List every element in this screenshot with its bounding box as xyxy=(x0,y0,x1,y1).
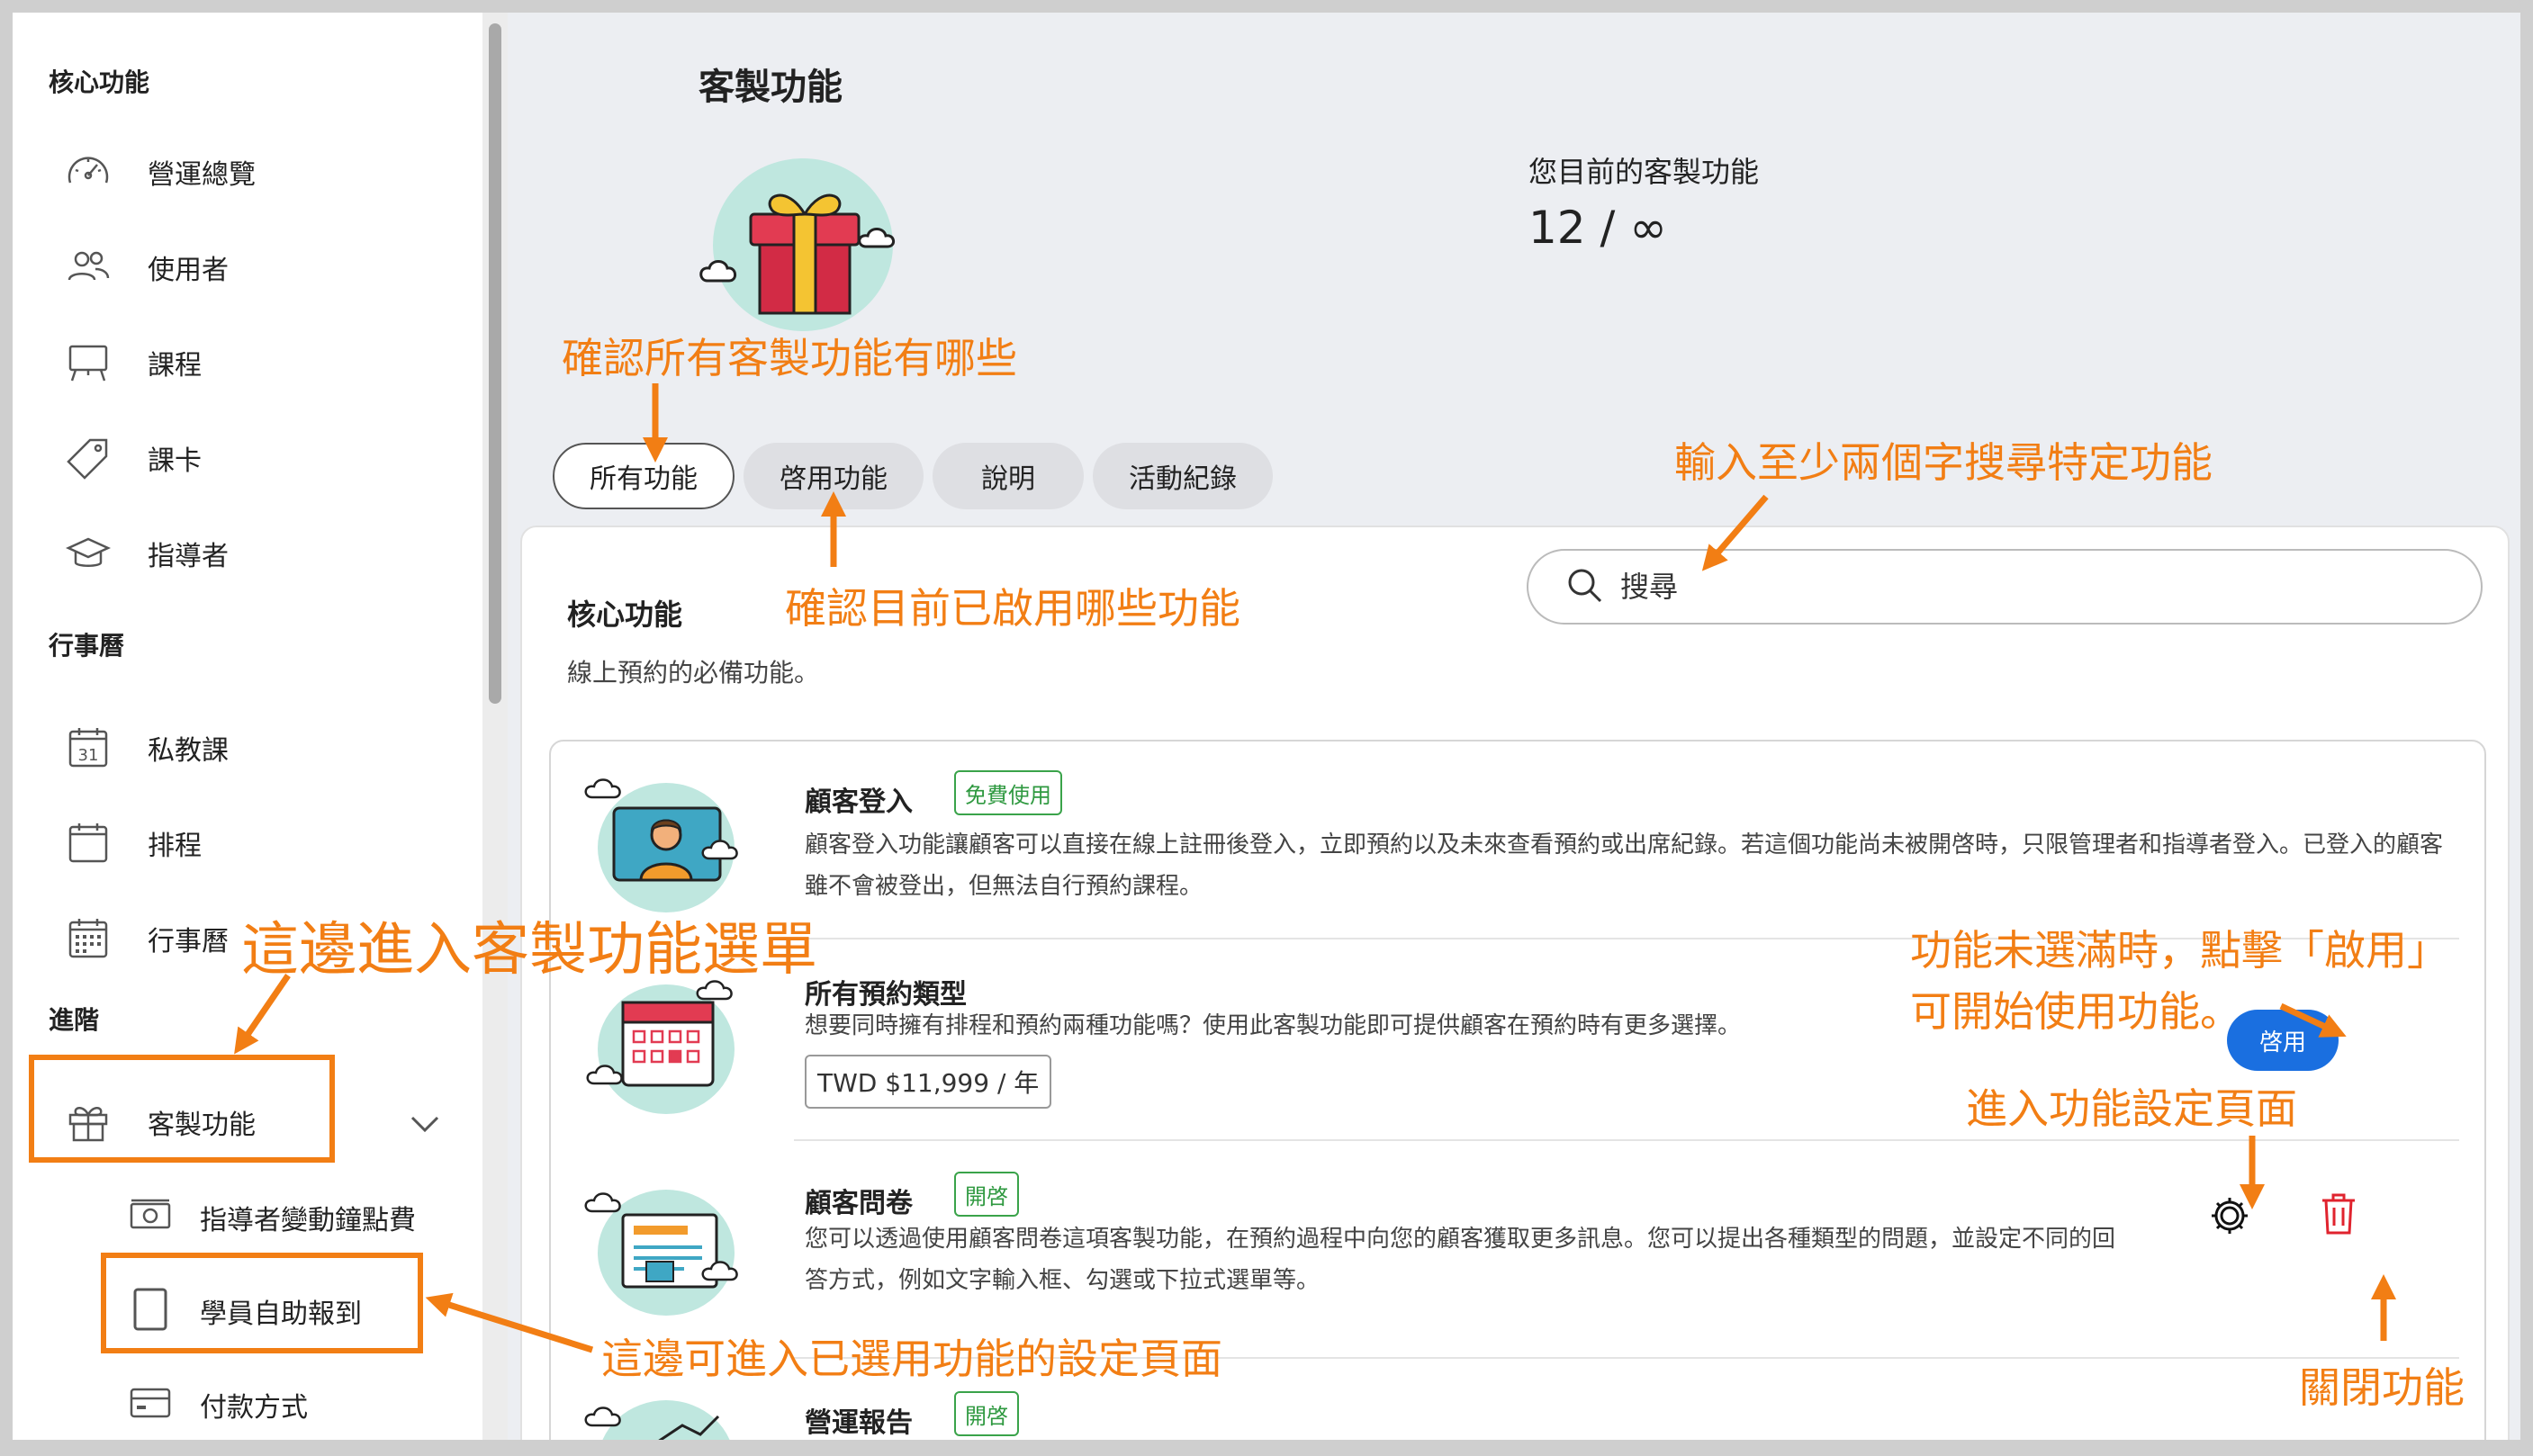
annotation-enable-line2: 可開始使用功能。 xyxy=(1910,987,2241,1036)
quota-label: 您目前的客製功能 xyxy=(1528,155,1760,189)
sidebar-section-calendar: 行事曆 xyxy=(49,631,125,661)
sidebar-item-label: 排程 xyxy=(148,831,202,862)
users-icon xyxy=(63,242,113,292)
sidebar-item-private-lessons[interactable]: 31 私教課 xyxy=(63,716,229,779)
sidebar-item-instructors[interactable]: 指導者 xyxy=(63,522,229,585)
enable-button[interactable]: 啓用 xyxy=(2227,1010,2339,1071)
svg-text:31: 31 xyxy=(78,746,99,765)
status-badge: 開啓 xyxy=(954,1391,1019,1436)
cash-icon xyxy=(128,1197,173,1238)
sidebar: 核心功能 營運總覽 使用者 課程 課卡 指導者 行事曆 31 私教課 排程 行事… xyxy=(13,13,482,1440)
feature-name: 所有預約類型 xyxy=(805,979,967,1011)
tab-enabled-features[interactable]: 啓用功能 xyxy=(744,443,924,509)
feature-description: 顧客登入功能讓顧客可以直接在線上註冊後登入，立即預約以及未來查看預約或出席紀錄。… xyxy=(805,831,2444,900)
sidebar-item-courses[interactable]: 課程 xyxy=(63,331,202,394)
feature-description: 您可以透過使用顧客問卷這項客製功能，在預約過程中向您的顧客獲取更多訊息。您可以提… xyxy=(805,1226,2116,1294)
sidebar-subitem-label: 付款方式 xyxy=(200,1392,308,1424)
dashboard-gauge-icon xyxy=(63,147,113,197)
panel-description: 線上預約的必備功能。 xyxy=(567,658,820,688)
sidebar-item-label: 課程 xyxy=(148,350,202,382)
feature-name: 營運報告 xyxy=(805,1407,913,1439)
calendar-31-icon: 31 xyxy=(63,723,113,773)
annotation-menu: 這邊進入客製功能選單 xyxy=(241,917,817,984)
sidebar-section-advanced: 進階 xyxy=(49,1005,100,1035)
feature-item-customer-survey: 顧客問卷 開啓 您可以透過使用顧客問卷這項客製功能，在預約過程中向您的顧客獲取更… xyxy=(551,1141,2484,1357)
annotation-all-features: 確認所有客製功能有哪些 xyxy=(562,334,1017,382)
calendar-icon xyxy=(63,818,113,868)
highlight-custom-features-menu xyxy=(29,1055,335,1163)
presentation-board-icon xyxy=(63,337,113,388)
page-title: 客製功能 xyxy=(699,67,843,108)
annotation-enable-line1: 功能未選滿時，點擊「啟用」 xyxy=(1910,926,2448,975)
calendar-illustration-icon xyxy=(583,968,745,1121)
sidebar-item-label: 指導者 xyxy=(148,541,229,572)
sidebar-subitem-instructor-rate[interactable]: 指導者變動鐘點費 xyxy=(128,1186,416,1249)
chevron-down-icon[interactable] xyxy=(407,1105,443,1145)
quota-value: 12 / ∞ xyxy=(1528,202,1667,254)
survey-illustration-icon xyxy=(583,1172,745,1325)
search-icon xyxy=(1564,565,1604,608)
annotation-disable: 關閉功能 xyxy=(2299,1363,2465,1412)
annotation-search: 輸入至少兩個字搜尋特定功能 xyxy=(1674,438,2213,487)
trash-icon[interactable] xyxy=(2319,1191,2358,1240)
price-tag: TWD $11,999 / 年 xyxy=(805,1055,1052,1109)
report-illustration-icon xyxy=(583,1380,745,1440)
sidebar-item-dashboard[interactable]: 營運總覽 xyxy=(63,140,256,203)
status-badge: 免費使用 xyxy=(954,770,1062,815)
sidebar-item-label: 行事曆 xyxy=(148,926,229,957)
calendar-grid-icon xyxy=(63,913,113,964)
sidebar-item-label: 私教課 xyxy=(148,735,229,767)
sidebar-item-calendar[interactable]: 行事曆 xyxy=(63,907,229,970)
main-content: 客製功能 您目前的客製功能 12 / ∞ 所有功能 啓用功能 說明 活動紀錄 核… xyxy=(508,13,2520,1440)
highlight-self-checkin xyxy=(101,1253,423,1353)
sidebar-item-label: 使用者 xyxy=(148,255,229,286)
sidebar-item-users[interactable]: 使用者 xyxy=(63,236,229,299)
sidebar-item-schedule[interactable]: 排程 xyxy=(63,812,202,875)
sidebar-section-core: 核心功能 xyxy=(49,67,150,97)
credit-card-icon xyxy=(128,1384,173,1425)
tab-activity-log[interactable]: 活動紀錄 xyxy=(1093,443,1273,509)
search-input[interactable] xyxy=(1620,570,2340,604)
graduation-cap-icon xyxy=(63,528,113,579)
search-box[interactable] xyxy=(1527,549,2483,625)
annotation-settings: 進入功能設定頁面 xyxy=(1966,1084,2297,1133)
annotation-enabled-features: 確認目前已啟用哪些功能 xyxy=(785,584,1240,633)
annotation-submenu: 這邊可進入已選用功能的設定頁面 xyxy=(601,1335,1222,1383)
panel-title: 核心功能 xyxy=(567,598,683,632)
feature-item-customer-login: 顧客登入 免費使用 顧客登入功能讓顧客可以直接在線上註冊後登入，立即預約以及未來… xyxy=(551,741,2484,939)
sidebar-item-label: 營運總覽 xyxy=(148,159,256,191)
feature-name: 顧客登入 xyxy=(805,786,913,818)
gear-icon[interactable] xyxy=(2207,1193,2252,1242)
sidebar-scrollbar-thumb[interactable] xyxy=(489,23,501,704)
feature-name: 顧客問卷 xyxy=(805,1188,913,1219)
tag-icon xyxy=(63,433,113,483)
tab-help[interactable]: 說明 xyxy=(933,443,1084,509)
gift-illustration-icon xyxy=(688,146,922,347)
sidebar-item-label: 課卡 xyxy=(148,445,202,477)
customer-login-illustration-icon xyxy=(583,765,745,918)
sidebar-subitem-label: 指導者變動鐘點費 xyxy=(200,1205,416,1236)
sidebar-item-cards[interactable]: 課卡 xyxy=(63,427,202,490)
sidebar-subitem-payment[interactable]: 付款方式 xyxy=(128,1373,308,1436)
status-badge: 開啓 xyxy=(954,1172,1019,1217)
tab-all-features[interactable]: 所有功能 xyxy=(553,443,735,509)
